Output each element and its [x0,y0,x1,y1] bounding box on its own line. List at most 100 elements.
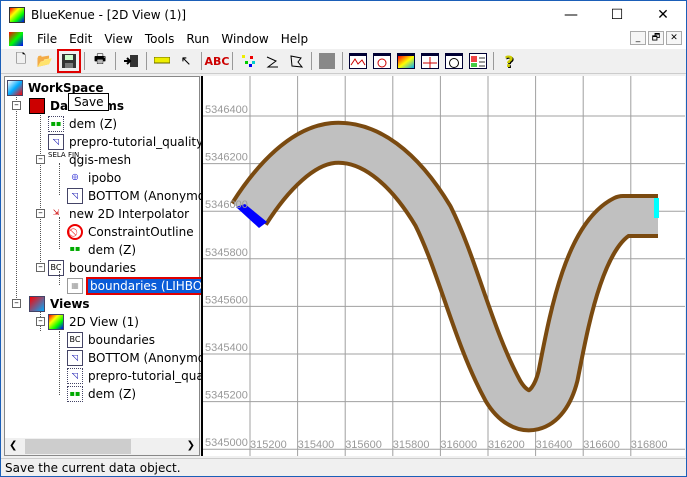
grey-square-icon[interactable] [317,51,337,71]
menu-file[interactable]: File [31,32,63,46]
minimize-button[interactable]: — [548,1,594,29]
horizontal-scrollbar[interactable]: ❮ ❯ [5,438,199,455]
tree-node-dem-interp[interactable]: ▪▪ dem (Z) [67,241,137,259]
separator [493,52,494,70]
collapse-toggle[interactable]: – [12,299,21,308]
selafin-icon: SELA FIN [48,151,80,159]
x-tick-label: 316600 [583,439,620,451]
separator [232,52,233,70]
line-set-icon[interactable] [262,51,282,71]
child-restore-button[interactable]: 🗗 [648,31,664,45]
print-icon[interactable]: 🖶 [90,51,110,71]
y-tick-label: 5346400 [205,104,248,116]
child-window-icon[interactable] [9,32,23,46]
collapse-toggle[interactable]: – [36,155,45,164]
tree-node-interpolator[interactable]: ⇲ new 2D Interpolator [48,205,189,223]
legend-icon[interactable] [468,51,488,71]
separator [311,52,312,70]
2d-view-canvas[interactable]: 315200 315400 315600 315800 316000 316200 3164… [201,76,685,456]
views-icon [29,296,45,312]
collapse-toggle[interactable]: – [36,317,45,326]
ipobo-icon: ◎ [71,172,79,181]
point-set-icon[interactable] [238,51,258,71]
x-tick-label: 316000 [440,439,477,451]
tree-node-constraint-outline[interactable]: ⃠ConstraintOutline [67,223,194,241]
x-tick-label: 315400 [298,439,335,451]
separator [84,52,85,70]
save-button[interactable] [57,49,81,73]
mesh-view-icon[interactable] [372,51,392,71]
polygon-icon[interactable] [286,51,306,71]
point-set-icon: ▪▪ [67,386,83,402]
tree-node-2d-view[interactable]: 2D View (1) [48,313,139,331]
help-icon[interactable]: ? [499,51,519,71]
menu-help[interactable]: Help [275,32,314,46]
menu-tools[interactable]: Tools [139,32,181,46]
point-set-icon: ▪▪ [69,244,81,253]
child-minimize-button[interactable]: _ [630,31,646,45]
colour-view-icon[interactable] [396,51,416,71]
window-title: BlueKenue - [2D View (1)] [31,8,187,22]
mesh-icon: ◹ [67,188,83,204]
mesh-icon: ◹ [48,134,64,150]
tree-node-view-prepro[interactable]: ◹ prepro-tutorial_qualit [67,367,215,385]
separator [201,52,202,70]
new-file-icon[interactable]: 🗋 [11,51,31,71]
child-close-button[interactable]: ✕ [666,31,682,45]
radar-view-icon[interactable] [444,51,464,71]
y-tick-label: 5346200 [205,152,248,164]
table-icon: ▦ [67,278,83,294]
y-tick-label: 5346000 [205,199,248,211]
profile-view-icon[interactable] [348,51,368,71]
maximize-button[interactable]: ☐ [594,1,640,29]
interpolator-icon: ⇲ [52,208,60,217]
collapse-toggle[interactable]: – [12,101,21,110]
tree-node-ipobo[interactable]: ◎ ipobo [67,169,122,187]
open-folder-icon[interactable]: 📂 [35,51,55,71]
x-tick-label: 315200 [250,439,287,451]
tree-node-boundaries[interactable]: BC boundaries [48,259,136,277]
toolbar: 🗋 📂 🖶 ↖ ABC ? [1,49,686,74]
close-button[interactable]: ✕ [640,1,686,29]
menu-window[interactable]: Window [215,32,274,46]
tree-node-qgis-mesh[interactable]: SELA FIN qgis-mesh [48,151,131,169]
import-icon[interactable] [121,51,141,71]
query-pointer-icon[interactable]: ↖ [176,51,196,71]
collapse-toggle[interactable]: – [36,209,45,218]
scroll-left-arrow-icon[interactable]: ❮ [9,440,17,451]
map-plot[interactable]: 315200 315400 315600 315800 316000 316200 3164… [203,76,685,456]
tree-node-boundaries-lihbor[interactable]: ▦ boundaries (LIHBOR) [67,277,220,295]
menu-edit[interactable]: Edit [63,32,98,46]
y-tick-label: 5345000 [205,437,248,449]
boundary-conditions-icon: BC [67,332,83,348]
x-tick-label: 316200 [488,439,525,451]
y-tick-label: 5345400 [205,342,248,354]
boundary-conditions-icon: BC [48,260,64,276]
menu-run[interactable]: Run [180,32,215,46]
tree-node-dem[interactable]: ▪▪ dem (Z) [48,115,117,133]
tree-node-prepro[interactable]: ◹ prepro-tutorial_quality-m [48,133,219,151]
title-bar: BlueKenue - [2D View (1)] — ☐ ✕ [1,1,686,29]
label-abc-icon[interactable]: ABC [205,51,230,71]
separator [342,52,343,70]
tree-node-view-dem[interactable]: ▪▪ dem (Z) [67,385,136,403]
cross-section-icon[interactable] [420,51,440,71]
x-tick-label: 315800 [393,439,430,451]
scroll-right-arrow-icon[interactable]: ❯ [187,440,195,451]
colour-view-icon [48,314,64,330]
tree-node-bottom[interactable]: ◹ BOTTOM (Anonymou [67,187,213,205]
no-constraint-icon: ⃠ [67,224,83,240]
tree-node-view-boundaries[interactable]: BC boundaries [67,331,155,349]
tree-node-view-bottom[interactable]: ◹ BOTTOM (Anonymou [67,349,213,367]
x-tick-label: 315600 [345,439,382,451]
scrollbar-thumb[interactable] [25,439,131,454]
menu-view[interactable]: View [98,32,138,46]
tree-node-views[interactable]: Views [29,295,90,313]
collapse-toggle[interactable]: – [36,263,45,272]
y-tick-label: 5345200 [205,390,248,402]
open-boundary-downstream [654,198,659,218]
workspace-tree[interactable]: WorkSpace – Data Items ▪▪dem (Z) ◹prepro… [4,76,220,456]
menu-bar: File Edit View Tools Run Window Help _ 🗗… [1,29,686,49]
ruler-icon[interactable] [152,51,172,71]
river-mesh [233,124,658,429]
